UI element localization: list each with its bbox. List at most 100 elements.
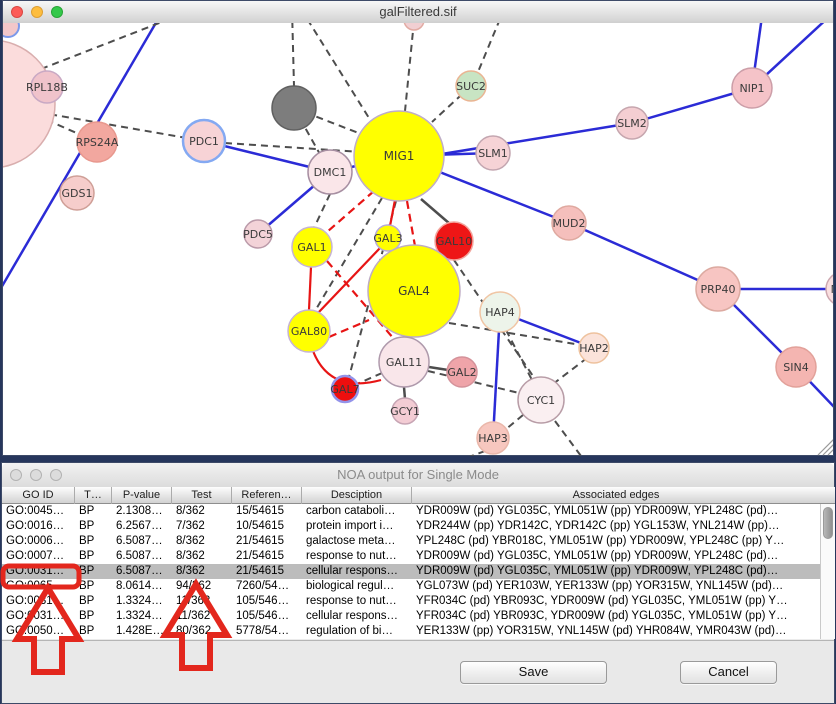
cell-reference[interactable]: 21/54615 xyxy=(232,534,302,549)
cell-p_value[interactable]: 1.3324… xyxy=(112,609,172,624)
resize-grip[interactable] xyxy=(818,439,833,455)
table-row[interactable]: GO:0031…BP1.3324…11/362105/546…cellular … xyxy=(2,609,820,624)
cell-type[interactable]: BP xyxy=(75,609,112,624)
cell-go_id[interactable]: GO:0031… xyxy=(2,564,75,579)
node-gray-node[interactable] xyxy=(272,86,316,130)
cell-p_value[interactable]: 1.428E… xyxy=(112,624,172,639)
cell-go_id[interactable]: GO:0050… xyxy=(2,624,75,639)
save-button[interactable]: Save xyxy=(460,661,607,684)
cell-type[interactable]: BP xyxy=(75,519,112,534)
scrollbar-thumb[interactable] xyxy=(823,507,833,539)
cell-test[interactable]: 8/362 xyxy=(172,534,232,549)
cell-description[interactable]: cellular respons… xyxy=(302,564,412,579)
cell-type[interactable]: BP xyxy=(75,504,112,519)
edge xyxy=(478,23,500,72)
cell-p_value[interactable]: 6.5087… xyxy=(112,549,172,564)
table-row[interactable]: GO:0050…BP1.428E…80/3625778/54…regulatio… xyxy=(2,624,820,639)
cell-test[interactable]: 8/362 xyxy=(172,564,232,579)
cell-type[interactable]: BP xyxy=(75,624,112,639)
cell-go_id[interactable]: GO:0007… xyxy=(2,549,75,564)
node-large-pink-node[interactable] xyxy=(3,40,55,168)
cell-edges[interactable]: YDR009W (pd) YGL035C, YML051W (pp) YDR00… xyxy=(412,549,820,564)
cell-description[interactable]: biological regul… xyxy=(302,579,412,594)
cell-reference[interactable]: 105/546… xyxy=(232,609,302,624)
cell-test[interactable]: 8/362 xyxy=(172,504,232,519)
cell-test[interactable]: 80/362 xyxy=(172,624,232,639)
column-header-5[interactable]: Desciption xyxy=(302,487,412,504)
edge xyxy=(421,199,450,224)
cancel-button[interactable]: Cancel xyxy=(680,661,777,684)
cell-edges[interactable]: YDR009W (pd) YGL035C, YML051W (pp) YDR00… xyxy=(412,564,820,579)
cell-description[interactable]: protein import i… xyxy=(302,519,412,534)
node-label-RPL18B: RPL18B xyxy=(26,81,68,94)
cell-go_id[interactable]: GO:0045… xyxy=(2,504,75,519)
cell-edges[interactable]: YDR244W (pp) YDR142C, YDR142C (pp) YGL15… xyxy=(412,519,820,534)
cell-test[interactable]: 11/362 xyxy=(172,594,232,609)
cell-description[interactable]: response to nut… xyxy=(302,549,412,564)
node-label-GAL10: GAL10 xyxy=(436,235,472,248)
cell-type[interactable]: BP xyxy=(75,564,112,579)
cell-description[interactable]: cellular respons… xyxy=(302,609,412,624)
cell-reference[interactable]: 10/54615 xyxy=(232,519,302,534)
cell-description[interactable]: carbon cataboli… xyxy=(302,504,412,519)
cell-type[interactable]: BP xyxy=(75,594,112,609)
table-row[interactable]: GO:0007…BP6.5087…8/36221/54615response t… xyxy=(2,549,820,564)
node-label-NIP1: NIP1 xyxy=(739,82,764,95)
cell-test[interactable]: 94/362 xyxy=(172,579,232,594)
cell-go_id[interactable]: GO:0031… xyxy=(2,594,75,609)
vertical-scrollbar[interactable] xyxy=(820,504,835,639)
cell-test[interactable]: 8/362 xyxy=(172,549,232,564)
cell-reference[interactable]: 7260/54… xyxy=(232,579,302,594)
cell-reference[interactable]: 21/54615 xyxy=(232,549,302,564)
table-row[interactable]: GO:0065…BP8.0614…94/3627260/54…biologica… xyxy=(2,579,820,594)
table-row[interactable]: GO:0031…BP1.3324…11/362105/546…response … xyxy=(2,594,820,609)
node-corner-node[interactable] xyxy=(3,23,19,37)
edge xyxy=(41,23,208,69)
cell-reference[interactable]: 105/546… xyxy=(232,594,302,609)
cell-reference[interactable]: 5778/54… xyxy=(232,624,302,639)
table-row[interactable]: GO:0045…BP2.1308…8/36215/54615carbon cat… xyxy=(2,504,820,519)
cell-go_id[interactable]: GO:0006… xyxy=(2,534,75,549)
cell-description[interactable]: galactose meta… xyxy=(302,534,412,549)
cell-p_value[interactable]: 1.3324… xyxy=(112,594,172,609)
node-top-edge-node[interactable] xyxy=(404,23,424,30)
cell-test[interactable]: 7/362 xyxy=(172,519,232,534)
cell-go_id[interactable]: GO:0065… xyxy=(2,579,75,594)
cell-p_value[interactable]: 2.1308… xyxy=(112,504,172,519)
column-header-0[interactable]: GO ID xyxy=(2,487,75,504)
cell-type[interactable]: BP xyxy=(75,534,112,549)
network-canvas[interactable]: RPL18BRPS24AGDS1PDC1PDC5DMC1MIG1SUC2SLM1… xyxy=(3,23,833,455)
table-row[interactable]: GO:0016…BP6.2567…7/36210/54615protein im… xyxy=(2,519,820,534)
column-header-1[interactable]: T… xyxy=(75,487,112,504)
node-label-HAP2: HAP2 xyxy=(579,342,608,355)
column-header-2[interactable]: P-value xyxy=(112,487,172,504)
cell-p_value[interactable]: 6.5087… xyxy=(112,534,172,549)
cell-edges[interactable]: YGL073W (pd) YER103W, YER133W (pp) YOR31… xyxy=(412,579,820,594)
column-header-6[interactable]: Associated edges xyxy=(412,487,820,504)
cell-edges[interactable]: YFR034C (pd) YBR093C, YDR009W (pd) YGL03… xyxy=(412,594,820,609)
cell-p_value[interactable]: 6.5087… xyxy=(112,564,172,579)
cell-description[interactable]: regulation of bi… xyxy=(302,624,412,639)
cell-type[interactable]: BP xyxy=(75,579,112,594)
cell-description[interactable]: response to nut… xyxy=(302,594,412,609)
table-row[interactable]: GO:0006…BP6.5087…8/36221/54615galactose … xyxy=(2,534,820,549)
cell-edges[interactable]: YDR009W (pd) YGL035C, YML051W (pp) YDR00… xyxy=(412,504,820,519)
cell-test[interactable]: 11/362 xyxy=(172,609,232,624)
cell-go_id[interactable]: GO:0016… xyxy=(2,519,75,534)
column-header-3[interactable]: Test xyxy=(172,487,232,504)
noa-window-title: NOA output for Single Mode xyxy=(2,463,834,487)
column-header-4[interactable]: Referen… xyxy=(232,487,302,504)
noa-window-titlebar[interactable]: NOA output for Single Mode xyxy=(2,463,834,488)
cell-edges[interactable]: YFR034C (pd) YBR093C, YDR009W (pd) YGL03… xyxy=(412,609,820,624)
cell-p_value[interactable]: 8.0614… xyxy=(112,579,172,594)
cell-edges[interactable]: YER133W (pp) YOR315W, YNL145W (pd) YHR08… xyxy=(412,624,820,639)
graph-window-titlebar[interactable]: galFiltered.sif xyxy=(3,1,833,24)
node-label-HAP4: HAP4 xyxy=(485,306,514,319)
cell-type[interactable]: BP xyxy=(75,549,112,564)
cell-reference[interactable]: 15/54615 xyxy=(232,504,302,519)
cell-reference[interactable]: 21/54615 xyxy=(232,564,302,579)
cell-edges[interactable]: YPL248C (pd) YBR018C, YML051W (pp) YDR00… xyxy=(412,534,820,549)
table-row[interactable]: GO:0031…BP6.5087…8/36221/54615cellular r… xyxy=(2,564,820,579)
cell-p_value[interactable]: 6.2567… xyxy=(112,519,172,534)
cell-go_id[interactable]: GO:0031… xyxy=(2,609,75,624)
